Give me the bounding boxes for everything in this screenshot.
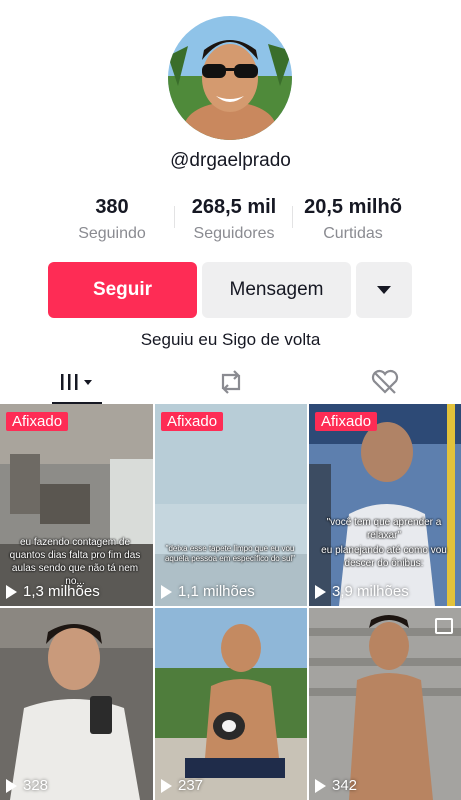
photo-mode-icon [435, 618, 453, 634]
follow-button[interactable]: Seguir [48, 262, 197, 318]
profile-stats: 380 Seguindo 268,5 mil Seguidores 20,5 m… [60, 196, 420, 250]
stat-likes-value: 20,5 milhõ [304, 196, 402, 218]
view-count-value: 237 [178, 777, 204, 794]
video-grid: Afixado eu fazendo contagem de quantos d… [0, 404, 461, 800]
view-count: 3,9 milhões [315, 583, 409, 600]
avatar[interactable] [168, 16, 292, 140]
content-tabs [0, 360, 461, 404]
video-tile[interactable]: 342 [309, 608, 461, 800]
view-count: 1,1 milhões [161, 583, 255, 600]
stat-followers-label: Seguidores [193, 225, 275, 242]
pinned-badge: Afixado [315, 412, 378, 431]
view-count-value: 1,1 milhões [178, 583, 255, 600]
more-options-button[interactable] [356, 262, 412, 318]
stat-likes[interactable]: 20,5 milhõ Curtidas [294, 196, 412, 243]
profile-bio: Seguiu eu Sigo de volta [140, 330, 321, 349]
stat-divider [174, 206, 175, 228]
video-tile[interactable]: 237 [155, 608, 307, 800]
stat-following-value: 380 [95, 196, 129, 218]
tab-reposts[interactable] [206, 360, 256, 404]
chevron-down-icon [377, 286, 391, 294]
video-tile[interactable]: Afixado "deixa esse tapete limpo que eu … [155, 404, 307, 606]
tab-videos[interactable] [52, 360, 102, 404]
stat-following-label: Seguindo [78, 225, 146, 242]
play-icon [6, 778, 17, 793]
stat-divider [292, 206, 293, 228]
video-tile[interactable]: 328 [0, 608, 153, 800]
view-count: 1,3 milhões [6, 583, 100, 600]
video-tile[interactable]: Afixado eu fazendo contagem de quantos d… [0, 404, 153, 606]
username: @drgaelprado [170, 150, 291, 171]
video-tile[interactable]: Afixado "você tem que aprender a relaxar… [309, 404, 461, 606]
view-count: 237 [161, 777, 203, 794]
video-caption: eu fazendo contagem de quantos dias falt… [9, 537, 141, 587]
play-icon [315, 778, 326, 793]
play-icon [161, 584, 172, 599]
video-thumbnail [155, 608, 307, 800]
stat-followers-value: 268,5 mil [191, 196, 277, 218]
play-icon [161, 778, 172, 793]
pinned-badge: Afixado [6, 412, 69, 431]
video-thumbnail [309, 404, 461, 606]
tab-liked[interactable] [360, 360, 410, 404]
pinned-badge: Afixado [161, 412, 224, 431]
video-thumbnail [155, 404, 307, 606]
play-icon [6, 584, 17, 599]
liked-hidden-icon [371, 369, 399, 394]
repost-icon [221, 370, 241, 394]
view-count: 328 [6, 777, 48, 794]
video-caption-secondary: eu planejando até como vou descer do ôni… [321, 545, 447, 569]
video-thumbnail [309, 608, 461, 800]
stat-likes-label: Curtidas [323, 225, 383, 242]
view-count-value: 3,9 milhões [332, 583, 409, 600]
view-count-value: 1,3 milhões [23, 583, 100, 600]
view-count-value: 342 [332, 777, 358, 794]
video-caption: "você tem que aprender a relaxar" [326, 517, 442, 541]
video-thumbnail [0, 608, 153, 800]
stat-followers[interactable]: 268,5 mil Seguidores [178, 196, 290, 243]
video-caption: "deixa esse tapete limpo que eu vou aque… [164, 544, 296, 563]
view-count-value: 328 [23, 777, 49, 794]
grid-icon [61, 374, 92, 390]
view-count: 342 [315, 777, 357, 794]
play-icon [315, 584, 326, 599]
message-button[interactable]: Mensagem [202, 262, 351, 318]
stat-following[interactable]: 380 Seguindo [60, 196, 164, 243]
